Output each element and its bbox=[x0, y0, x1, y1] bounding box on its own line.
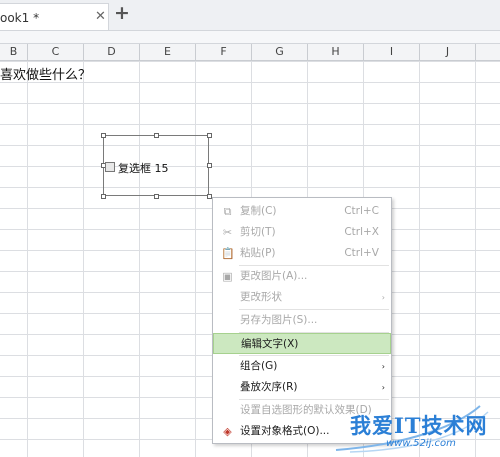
copy-icon: ⧉ bbox=[223, 205, 232, 218]
menu-item-shortcut: Ctrl+C bbox=[344, 205, 379, 217]
menu-item-label: 更改形状 bbox=[240, 291, 282, 303]
submenu-arrow-icon: › bbox=[381, 362, 385, 371]
resize-handle-top-left[interactable] bbox=[101, 133, 106, 138]
menu-item-shortcut: Ctrl+V bbox=[344, 247, 379, 259]
resize-handle-top-right[interactable] bbox=[207, 133, 212, 138]
resize-handle-bottom[interactable] bbox=[154, 194, 159, 199]
menu-item-edit-text[interactable]: 编辑文字(X) bbox=[213, 333, 391, 354]
menu-item-order[interactable]: 叠放次序(R) › bbox=[213, 377, 391, 398]
menu-item-label: 叠放次序(R) bbox=[240, 381, 298, 393]
menu-item-label: 剪切(T) bbox=[240, 226, 276, 238]
column-header-j[interactable]: J bbox=[420, 44, 476, 60]
menu-item-label: 粘贴(P) bbox=[240, 247, 276, 259]
paste-icon: 📋 bbox=[221, 247, 235, 260]
submenu-arrow-icon: › bbox=[381, 293, 385, 302]
column-header-h[interactable]: H bbox=[308, 44, 364, 60]
new-tab-icon[interactable]: + bbox=[114, 2, 130, 24]
menu-item-label: 设置对象格式(O)... bbox=[240, 425, 330, 437]
menu-item-label: 复制(C) bbox=[240, 205, 277, 217]
column-header-e[interactable]: E bbox=[140, 44, 196, 60]
cell-question-text: 喜欢做些什么？ bbox=[0, 68, 92, 83]
resize-handle-top[interactable] bbox=[154, 133, 159, 138]
column-header-i[interactable]: I bbox=[364, 44, 420, 60]
change-picture-icon: ▣ bbox=[222, 270, 233, 283]
column-header-g[interactable]: G bbox=[252, 44, 308, 60]
scissors-icon: ✂ bbox=[222, 226, 233, 239]
resize-handle-bottom-left[interactable] bbox=[101, 194, 106, 199]
column-header-d[interactable]: D bbox=[84, 44, 140, 60]
menu-item-change-picture[interactable]: ▣ 更改图片(A)... bbox=[213, 266, 391, 287]
menu-item-label: 另存为图片(S)... bbox=[240, 314, 318, 326]
menu-item-cut[interactable]: ✂ 剪切(T) Ctrl+X bbox=[213, 222, 391, 243]
menu-item-label: 编辑文字(X) bbox=[241, 338, 299, 350]
menu-item-label: 组合(G) bbox=[240, 360, 278, 372]
watermark-title: 我爱IT技术网 bbox=[350, 413, 488, 438]
column-header-b[interactable]: B bbox=[0, 44, 28, 60]
checkbox-label: 复选框 15 bbox=[118, 162, 169, 175]
resize-handle-right[interactable] bbox=[207, 163, 212, 168]
checkbox-icon[interactable] bbox=[105, 162, 115, 172]
menu-item-save-as-picture[interactable]: 另存为图片(S)... bbox=[213, 310, 391, 331]
menu-item-paste[interactable]: 📋 粘贴(P) Ctrl+V bbox=[213, 243, 391, 264]
format-object-icon: ◈ bbox=[223, 425, 232, 438]
menu-item-group[interactable]: 组合(G) › bbox=[213, 356, 391, 377]
watermark-url: www.52ij.com bbox=[386, 438, 456, 449]
workbook-tab[interactable]: ook1 * ✕ bbox=[0, 3, 109, 30]
menu-item-label: 更改图片(A)... bbox=[240, 270, 308, 282]
submenu-arrow-icon: › bbox=[381, 383, 385, 392]
formula-bar[interactable] bbox=[0, 31, 500, 44]
workbook-tab-title: ook1 * bbox=[0, 11, 40, 25]
menu-item-change-shape[interactable]: 更改形状 › bbox=[213, 287, 391, 308]
close-tab-icon[interactable]: ✕ bbox=[95, 9, 106, 24]
menu-item-shortcut: Ctrl+X bbox=[344, 226, 379, 238]
menu-item-copy[interactable]: ⧉ 复制(C) Ctrl+C bbox=[213, 201, 391, 222]
site-watermark: 我爱IT技术网 www.52ij.com bbox=[330, 402, 498, 454]
document-tab-bar: ook1 * ✕ + bbox=[0, 0, 500, 31]
column-header-f[interactable]: F bbox=[196, 44, 252, 60]
column-headers: B C D E F G H I J bbox=[0, 44, 500, 61]
column-header-c[interactable]: C bbox=[28, 44, 84, 60]
